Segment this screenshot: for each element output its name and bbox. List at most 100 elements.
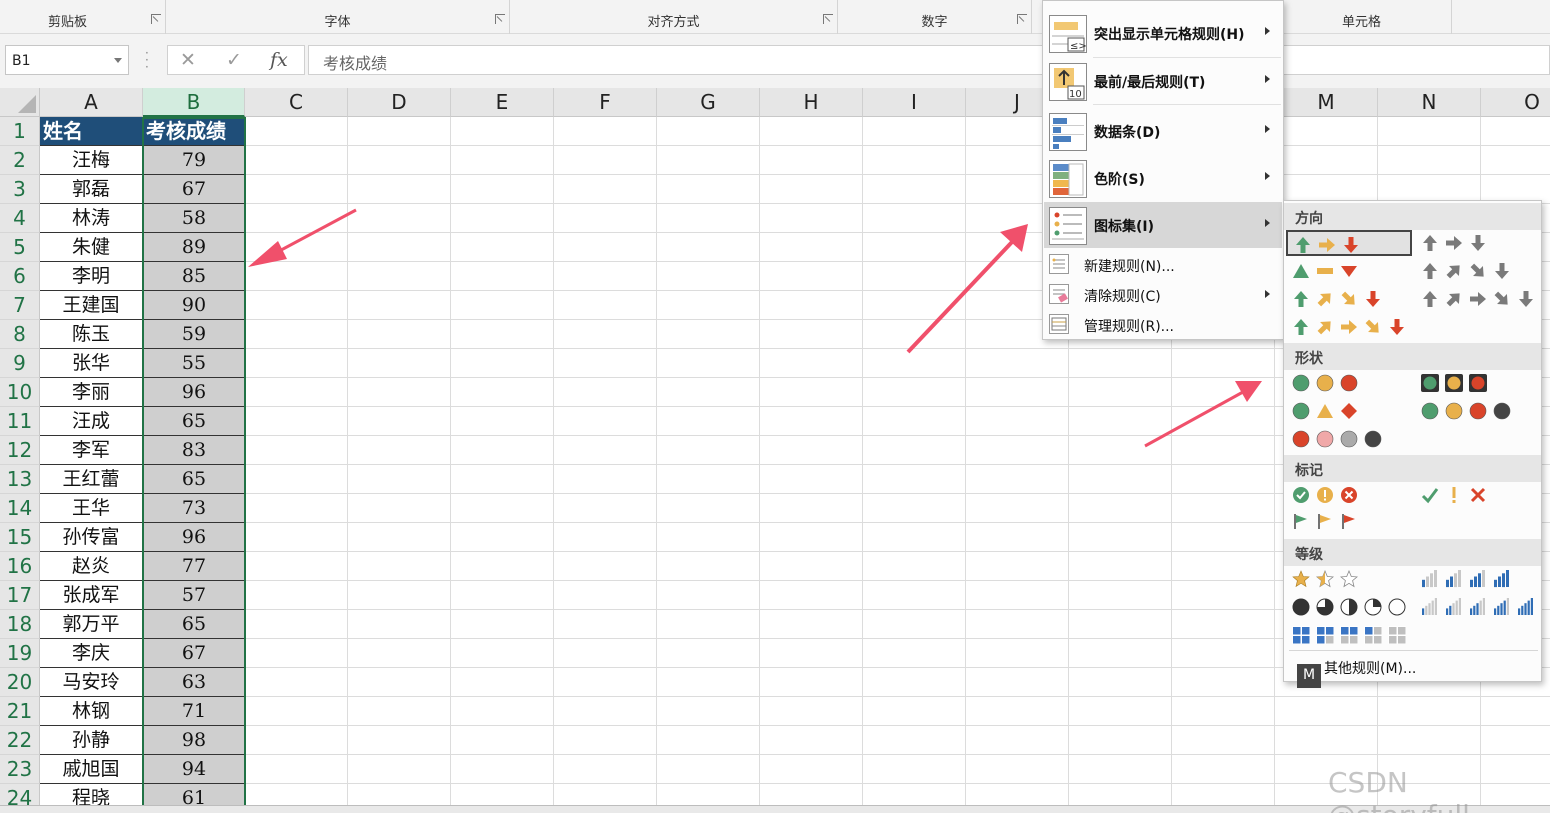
- score-cell[interactable]: 73: [143, 494, 245, 523]
- icon-set-3-signs[interactable]: [1286, 398, 1366, 424]
- column-header-i[interactable]: I: [863, 88, 966, 117]
- row-header[interactable]: 12: [0, 436, 40, 465]
- score-cell[interactable]: 83: [143, 436, 245, 465]
- icon-set-5-boxes[interactable]: [1286, 622, 1414, 648]
- name-cell[interactable]: 汪梅: [40, 146, 143, 175]
- menu-item-highlight-rules[interactable]: ≤> 突出显示单元格规则(H): [1044, 10, 1282, 56]
- chevron-down-icon[interactable]: [114, 58, 122, 63]
- name-cell[interactable]: 王华: [40, 494, 143, 523]
- row-header[interactable]: 23: [0, 755, 40, 784]
- row-header[interactable]: 1: [0, 117, 40, 146]
- icon-set-3-triangles[interactable]: [1286, 258, 1366, 284]
- enter-icon[interactable]: ✓: [226, 49, 242, 71]
- score-cell[interactable]: 85: [143, 262, 245, 291]
- column-header-n[interactable]: N: [1378, 88, 1481, 117]
- dialog-launcher-icon[interactable]: [823, 14, 833, 24]
- score-cell[interactable]: 58: [143, 204, 245, 233]
- row-header[interactable]: 9: [0, 349, 40, 378]
- row-header[interactable]: 3: [0, 175, 40, 204]
- score-cell[interactable]: 77: [143, 552, 245, 581]
- select-all-button[interactable]: [0, 88, 40, 117]
- row-header[interactable]: 5: [0, 233, 40, 262]
- name-cell[interactable]: 郭磊: [40, 175, 143, 204]
- more-rules-button[interactable]: 其他规则(M)...: [1324, 658, 1416, 678]
- insert-function-icon[interactable]: fx: [270, 49, 288, 71]
- score-cell[interactable]: 71: [143, 697, 245, 726]
- score-cell[interactable]: 65: [143, 407, 245, 436]
- score-cell[interactable]: 63: [143, 668, 245, 697]
- icon-set-red-to-black[interactable]: [1286, 426, 1390, 452]
- column-header-b[interactable]: B: [143, 88, 245, 117]
- formula-input[interactable]: 考核成绩: [308, 45, 1550, 75]
- row-header[interactable]: 4: [0, 204, 40, 233]
- dialog-launcher-icon[interactable]: [495, 14, 505, 24]
- score-cell[interactable]: 65: [143, 610, 245, 639]
- icon-set-3-arrows-colored[interactable]: [1286, 230, 1412, 256]
- row-header[interactable]: 15: [0, 523, 40, 552]
- more-dots-icon[interactable]: · · ·: [145, 47, 151, 73]
- icon-set-5-arrows-colored[interactable]: [1286, 314, 1414, 340]
- name-box[interactable]: B1: [5, 45, 129, 75]
- name-cell[interactable]: 郭万平: [40, 610, 143, 639]
- name-cell[interactable]: 张成军: [40, 581, 143, 610]
- score-cell[interactable]: 67: [143, 639, 245, 668]
- name-cell[interactable]: 赵炎: [40, 552, 143, 581]
- column-header-a[interactable]: A: [40, 88, 143, 117]
- icon-set-4-traffic-lights[interactable]: [1415, 398, 1519, 424]
- row-header[interactable]: 20: [0, 668, 40, 697]
- icon-set-5-arrows-gray[interactable]: [1415, 286, 1543, 312]
- name-cell[interactable]: 陈玉: [40, 320, 143, 349]
- menu-item-data-bars[interactable]: 数据条(D): [1044, 108, 1282, 154]
- name-cell[interactable]: 孙传富: [40, 523, 143, 552]
- row-header[interactable]: 16: [0, 552, 40, 581]
- cancel-icon[interactable]: ✕: [180, 49, 196, 71]
- icon-set-4-arrows-gray[interactable]: [1415, 258, 1519, 284]
- row-header[interactable]: 22: [0, 726, 40, 755]
- name-cell[interactable]: 李丽: [40, 378, 143, 407]
- name-cell[interactable]: 李明: [40, 262, 143, 291]
- menu-item-icon-sets[interactable]: 图标集(I): [1044, 202, 1282, 248]
- score-cell[interactable]: 67: [143, 175, 245, 204]
- sheet-tabs-bar[interactable]: [0, 805, 1550, 813]
- icon-set-3-symbols[interactable]: [1415, 482, 1495, 508]
- icon-set-4-ratings[interactable]: [1415, 566, 1519, 592]
- name-cell[interactable]: 张华: [40, 349, 143, 378]
- name-cell[interactable]: 林钢: [40, 697, 143, 726]
- name-cell[interactable]: 孙静: [40, 726, 143, 755]
- menu-item-new-rule[interactable]: 新建规则(N)...: [1044, 249, 1282, 279]
- icon-set-3-traffic-lights-rimmed[interactable]: [1415, 370, 1495, 396]
- column-header-h[interactable]: H: [760, 88, 863, 117]
- icon-set-5-ratings[interactable]: [1415, 594, 1543, 620]
- row-header[interactable]: 14: [0, 494, 40, 523]
- column-header-m[interactable]: M: [1275, 88, 1378, 117]
- row-header[interactable]: 19: [0, 639, 40, 668]
- row-header[interactable]: 7: [0, 291, 40, 320]
- row-header[interactable]: 2: [0, 146, 40, 175]
- row-header[interactable]: 18: [0, 610, 40, 639]
- column-header-o[interactable]: O: [1481, 88, 1550, 117]
- row-header[interactable]: 21: [0, 697, 40, 726]
- name-cell[interactable]: 汪成: [40, 407, 143, 436]
- row-header[interactable]: 17: [0, 581, 40, 610]
- column-header-g[interactable]: G: [657, 88, 760, 117]
- name-cell[interactable]: 李军: [40, 436, 143, 465]
- table-header-cell[interactable]: 姓名: [40, 117, 143, 146]
- icon-set-3-symbols-circled[interactable]: [1286, 482, 1366, 508]
- score-cell[interactable]: 96: [143, 523, 245, 552]
- row-header[interactable]: 13: [0, 465, 40, 494]
- score-cell[interactable]: 65: [143, 465, 245, 494]
- table-header-cell[interactable]: 考核成绩: [143, 117, 245, 146]
- icon-set-3-stars[interactable]: [1286, 566, 1366, 592]
- name-cell[interactable]: 戚旭国: [40, 755, 143, 784]
- name-cell[interactable]: 林涛: [40, 204, 143, 233]
- column-header-c[interactable]: C: [245, 88, 348, 117]
- name-cell[interactable]: 王建国: [40, 291, 143, 320]
- score-cell[interactable]: 98: [143, 726, 245, 755]
- menu-item-clear-rules[interactable]: 清除规则(C): [1044, 279, 1282, 309]
- dialog-launcher-icon[interactable]: [151, 14, 161, 24]
- menu-item-manage-rules[interactable]: 管理规则(R)...: [1044, 309, 1282, 339]
- name-cell[interactable]: 马安玲: [40, 668, 143, 697]
- column-header-f[interactable]: F: [554, 88, 657, 117]
- score-cell[interactable]: 55: [143, 349, 245, 378]
- icon-set-3-arrows-gray[interactable]: [1415, 230, 1495, 256]
